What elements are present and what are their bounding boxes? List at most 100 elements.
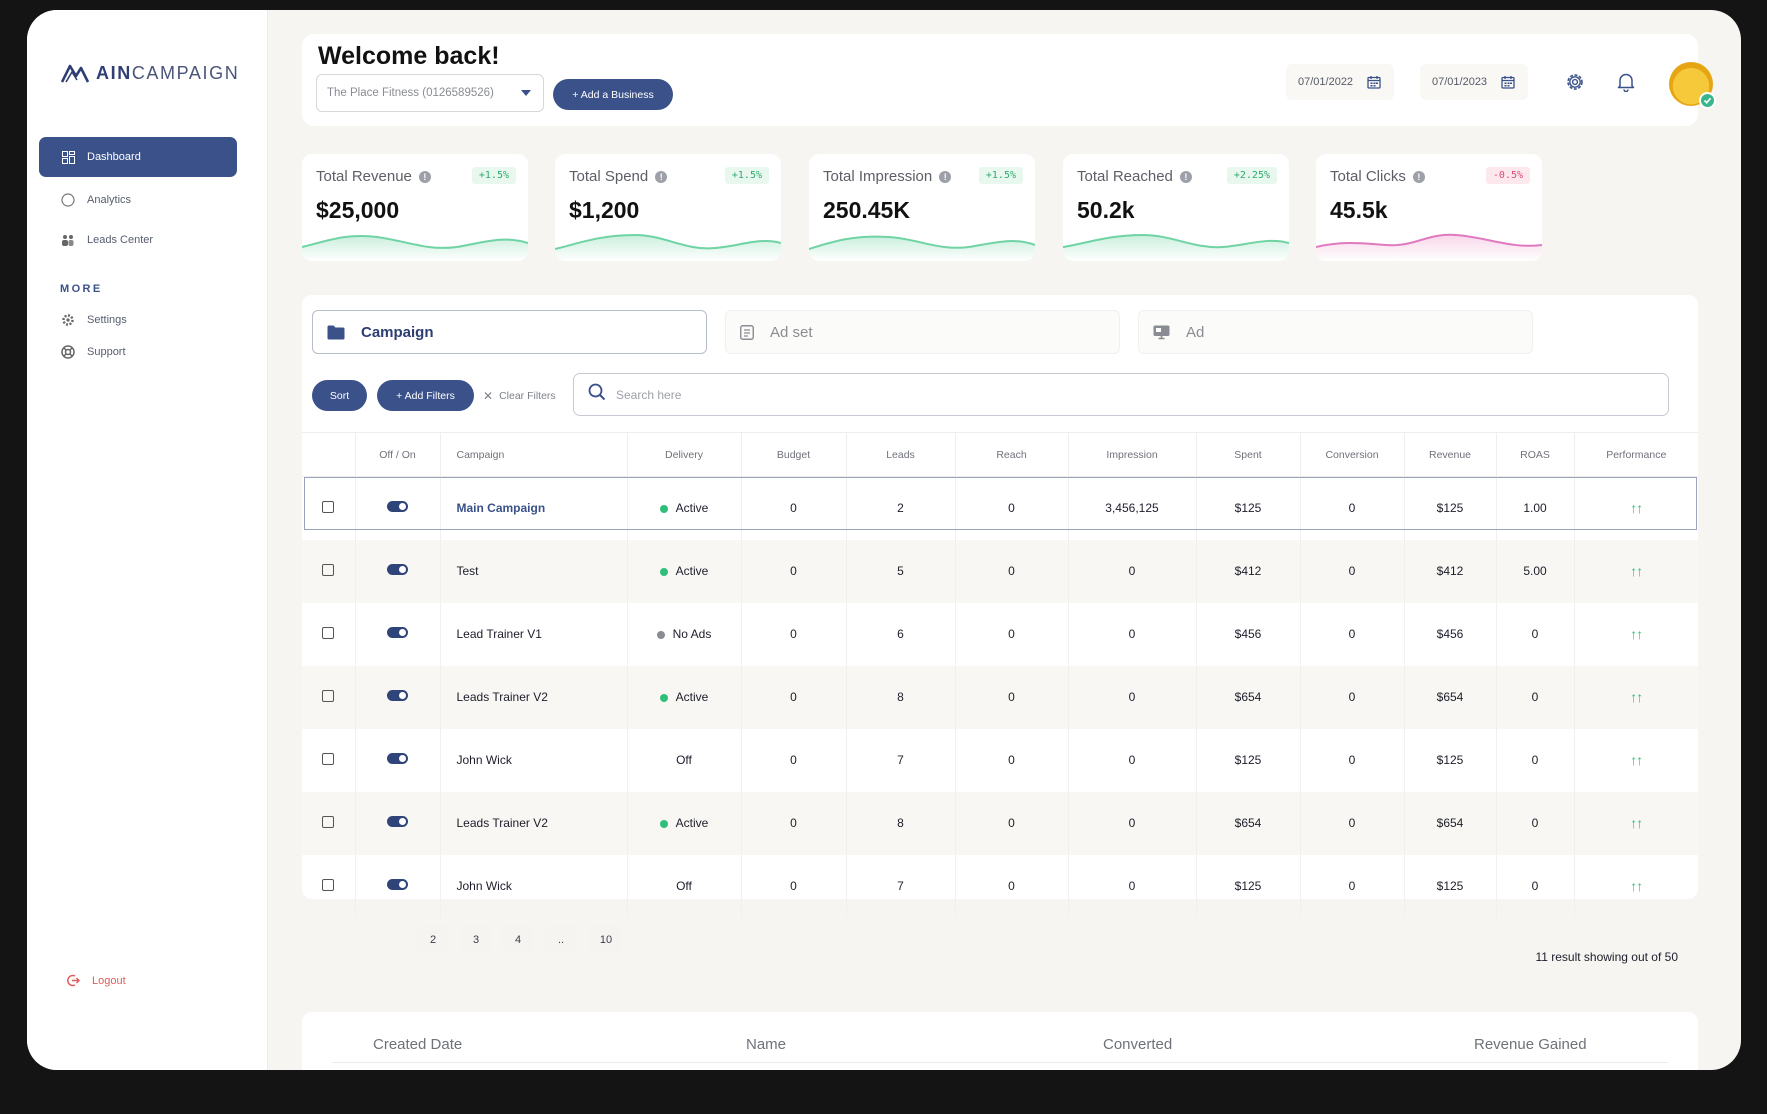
add-business-button[interactable]: + Add a Business bbox=[553, 79, 673, 110]
tab-ad[interactable]: Ad bbox=[1138, 310, 1533, 354]
column-header-budget[interactable]: Budget bbox=[741, 432, 847, 477]
row-select-cell bbox=[302, 854, 356, 918]
list-document-icon bbox=[740, 324, 754, 340]
table-row[interactable]: Leads Trainer V2 Active 0 8 0 0 $654 0 $654 0 ↑↑ bbox=[302, 791, 1698, 855]
row-checkbox[interactable] bbox=[322, 563, 335, 576]
row-checkbox[interactable] bbox=[322, 689, 335, 702]
on-off-toggle[interactable] bbox=[387, 564, 408, 575]
info-icon[interactable]: ! bbox=[418, 170, 431, 183]
info-icon[interactable]: ! bbox=[1179, 170, 1192, 183]
column-header-created-date[interactable]: Created Date bbox=[373, 1036, 462, 1053]
campaign-name-cell[interactable]: Test bbox=[440, 539, 628, 603]
campaign-name-cell[interactable]: John Wick bbox=[440, 728, 628, 792]
column-header-impression[interactable]: Impression bbox=[1068, 432, 1197, 477]
app-logo[interactable]: AINCAMPAIGN bbox=[61, 62, 239, 84]
campaign-name-cell[interactable]: Leads Trainer V2 bbox=[440, 665, 628, 729]
column-header-leads[interactable]: Leads bbox=[846, 432, 956, 477]
column-header-conversion[interactable]: Conversion bbox=[1300, 432, 1405, 477]
campaign-name-cell[interactable]: Leads Trainer V2 bbox=[440, 791, 628, 855]
row-checkbox[interactable] bbox=[322, 815, 335, 828]
settings-gear-icon[interactable] bbox=[1565, 72, 1585, 92]
row-checkbox[interactable] bbox=[322, 626, 335, 639]
column-header-reach[interactable]: Reach bbox=[955, 432, 1069, 477]
page-button[interactable]: 2 bbox=[417, 925, 449, 954]
sidebar-item-analytics[interactable]: Analytics bbox=[61, 193, 131, 207]
column-header-performance[interactable]: Performance bbox=[1574, 432, 1698, 477]
on-off-toggle[interactable] bbox=[387, 753, 408, 764]
delivery-cell: Active bbox=[627, 539, 742, 603]
sidebar: AINCAMPAIGN Dashboard Analytics Leads Ce… bbox=[27, 10, 268, 1070]
row-toggle-cell bbox=[355, 854, 441, 918]
info-icon[interactable]: ! bbox=[939, 170, 952, 183]
logout-icon bbox=[67, 974, 80, 987]
column-header-revenue-gained[interactable]: Revenue Gained bbox=[1474, 1036, 1587, 1053]
table-row[interactable]: John Wick Off 0 7 0 0 $125 0 $125 0 ↑↑ bbox=[302, 854, 1698, 918]
column-header-name[interactable]: Name bbox=[746, 1036, 786, 1053]
column-header-spent[interactable]: Spent bbox=[1196, 432, 1301, 477]
on-off-toggle[interactable] bbox=[387, 690, 408, 701]
business-select[interactable]: The Place Fitness (0126589526) bbox=[316, 74, 544, 112]
campaign-name-cell[interactable]: Main Campaign bbox=[440, 476, 628, 540]
search-input[interactable] bbox=[616, 387, 1516, 402]
column-header-roas[interactable]: ROAS bbox=[1496, 432, 1575, 477]
page-ellipsis: .. bbox=[545, 925, 577, 954]
row-checkbox[interactable] bbox=[322, 500, 335, 513]
info-icon[interactable]: ! bbox=[655, 170, 668, 183]
bell-icon[interactable] bbox=[1617, 72, 1635, 92]
delivery-status: Off bbox=[676, 879, 692, 893]
page-button[interactable]: 3 bbox=[460, 925, 492, 954]
date-to-picker[interactable]: 07/01/2023 bbox=[1420, 64, 1528, 100]
column-header-converted[interactable]: Converted bbox=[1103, 1036, 1172, 1053]
revenue-cell: $654 bbox=[1404, 791, 1497, 855]
row-select-cell bbox=[302, 539, 356, 603]
revenue-cell: $125 bbox=[1404, 854, 1497, 918]
revenue-cell: $412 bbox=[1404, 539, 1497, 603]
search-box[interactable] bbox=[573, 373, 1669, 416]
column-header-delivery[interactable]: Delivery bbox=[627, 432, 742, 477]
on-off-toggle[interactable] bbox=[387, 501, 408, 513]
spent-cell: $654 bbox=[1196, 665, 1301, 729]
stat-change-badge: -0.5% bbox=[1485, 167, 1530, 184]
table-row[interactable]: Leads Trainer V2 Active 0 8 0 0 $654 0 $654 0 ↑↑ bbox=[302, 665, 1698, 729]
add-filters-button[interactable]: + Add Filters bbox=[377, 380, 474, 411]
page-button[interactable]: 10 bbox=[590, 925, 622, 954]
row-checkbox[interactable] bbox=[322, 752, 335, 765]
table-row[interactable]: Lead Trainer V1 No Ads 0 6 0 0 $456 0 $456 0 ↑↑ bbox=[302, 602, 1698, 666]
sidebar-item-dashboard[interactable]: Dashboard bbox=[39, 137, 237, 177]
column-header-campaign[interactable]: Campaign bbox=[440, 432, 628, 477]
info-icon[interactable]: ! bbox=[1412, 170, 1425, 183]
reach-cell: 0 bbox=[955, 602, 1069, 666]
date-from-picker[interactable]: 07/01/2022 bbox=[1286, 64, 1394, 100]
sort-button[interactable]: Sort bbox=[312, 380, 367, 411]
clear-filters-button[interactable]: ✕ Clear Filters bbox=[483, 389, 556, 403]
row-select-cell bbox=[302, 728, 356, 792]
campaign-name[interactable]: Main Campaign bbox=[457, 501, 546, 515]
page-button[interactable]: 4 bbox=[502, 925, 534, 954]
trend-up-icon: ↑↑ bbox=[1630, 752, 1643, 768]
delivery-status: No Ads bbox=[672, 627, 712, 641]
impression-cell: 3,456,125 bbox=[1068, 476, 1197, 540]
table-row[interactable]: Main Campaign Active 0 2 0 3,456,125 $125 0 $125… bbox=[302, 476, 1698, 540]
tab-campaign[interactable]: Campaign bbox=[312, 310, 707, 354]
row-checkbox[interactable] bbox=[322, 878, 335, 891]
conversion-cell: 0 bbox=[1300, 728, 1405, 792]
on-off-toggle[interactable] bbox=[387, 879, 408, 890]
campaign-name-cell[interactable]: Lead Trainer V1 bbox=[440, 602, 628, 666]
sidebar-item-settings[interactable]: Settings bbox=[61, 313, 127, 327]
budget-cell: 0 bbox=[741, 854, 847, 918]
on-off-toggle[interactable] bbox=[387, 816, 408, 827]
logout-button[interactable]: Logout bbox=[67, 974, 126, 987]
table-row[interactable]: John Wick Off 0 7 0 0 $125 0 $125 0 ↑↑ bbox=[302, 728, 1698, 792]
column-header-revenue[interactable]: Revenue bbox=[1404, 432, 1497, 477]
stat-value: 45.5k bbox=[1330, 197, 1388, 223]
tab-ad-set[interactable]: Ad set bbox=[725, 310, 1120, 354]
table-row[interactable]: Test Active 0 5 0 0 $412 0 $412 5.00 ↑↑ bbox=[302, 539, 1698, 603]
column-header-off-on[interactable]: Off / On bbox=[355, 432, 441, 477]
sidebar-item-support[interactable]: Support bbox=[61, 345, 126, 359]
campaign-name-cell[interactable]: John Wick bbox=[440, 854, 628, 918]
leads-cell: 5 bbox=[846, 539, 956, 603]
sparkline bbox=[555, 233, 781, 261]
on-off-toggle[interactable] bbox=[387, 627, 408, 638]
performance-cell: ↑↑ bbox=[1574, 477, 1698, 540]
sidebar-item-leads-center[interactable]: Leads Center bbox=[61, 233, 153, 247]
